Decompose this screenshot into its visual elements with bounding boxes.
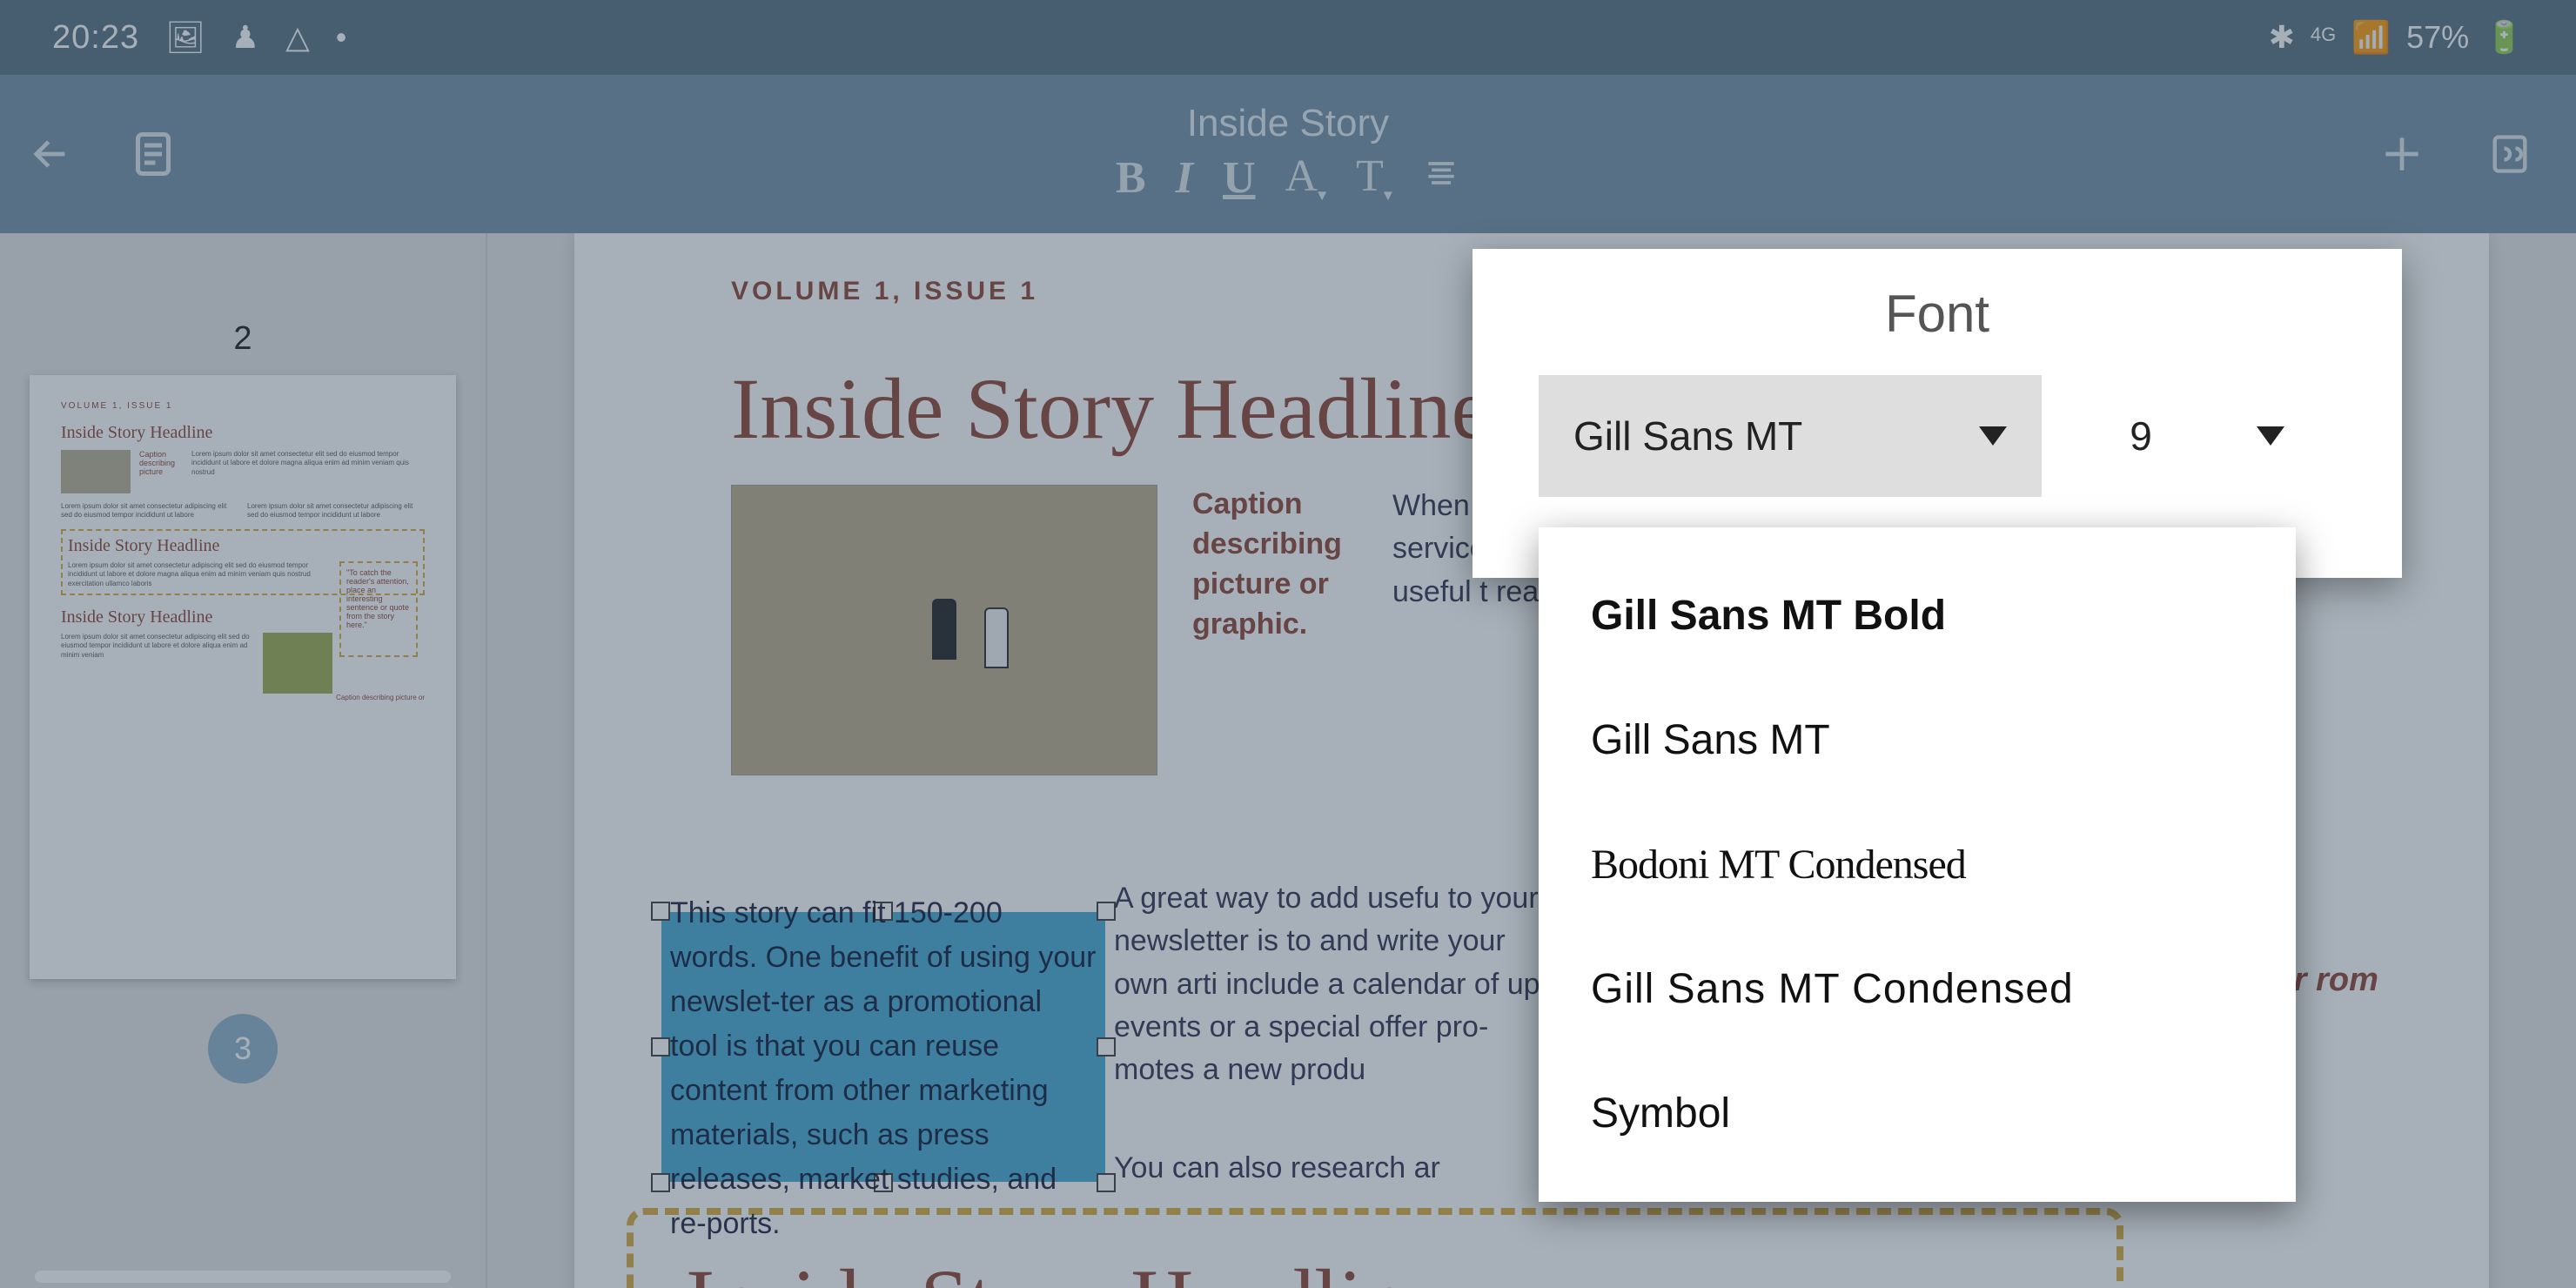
font-size-value: 9: [2130, 413, 2152, 460]
font-option[interactable]: Gill Sans MT Condensed: [1539, 927, 2296, 1051]
chevron-down-icon: [1979, 426, 2007, 446]
font-option[interactable]: Gill Sans MT: [1539, 678, 2296, 802]
font-family-dropdown[interactable]: Gill Sans MT: [1539, 375, 2042, 497]
font-option[interactable]: Gill Sans MT Bold: [1539, 553, 2296, 678]
dialog-title: Font: [1472, 249, 2402, 344]
font-option[interactable]: Bodoni MT Condensed: [1539, 802, 2296, 927]
font-option[interactable]: Symbol: [1539, 1051, 2296, 1176]
chevron-down-icon: [2257, 426, 2284, 446]
font-options-list: Gill Sans MT Bold Gill Sans MT Bodoni MT…: [1539, 527, 2296, 1202]
font-family-value: Gill Sans MT: [1573, 413, 1802, 460]
font-size-dropdown[interactable]: 9: [2076, 375, 2338, 497]
